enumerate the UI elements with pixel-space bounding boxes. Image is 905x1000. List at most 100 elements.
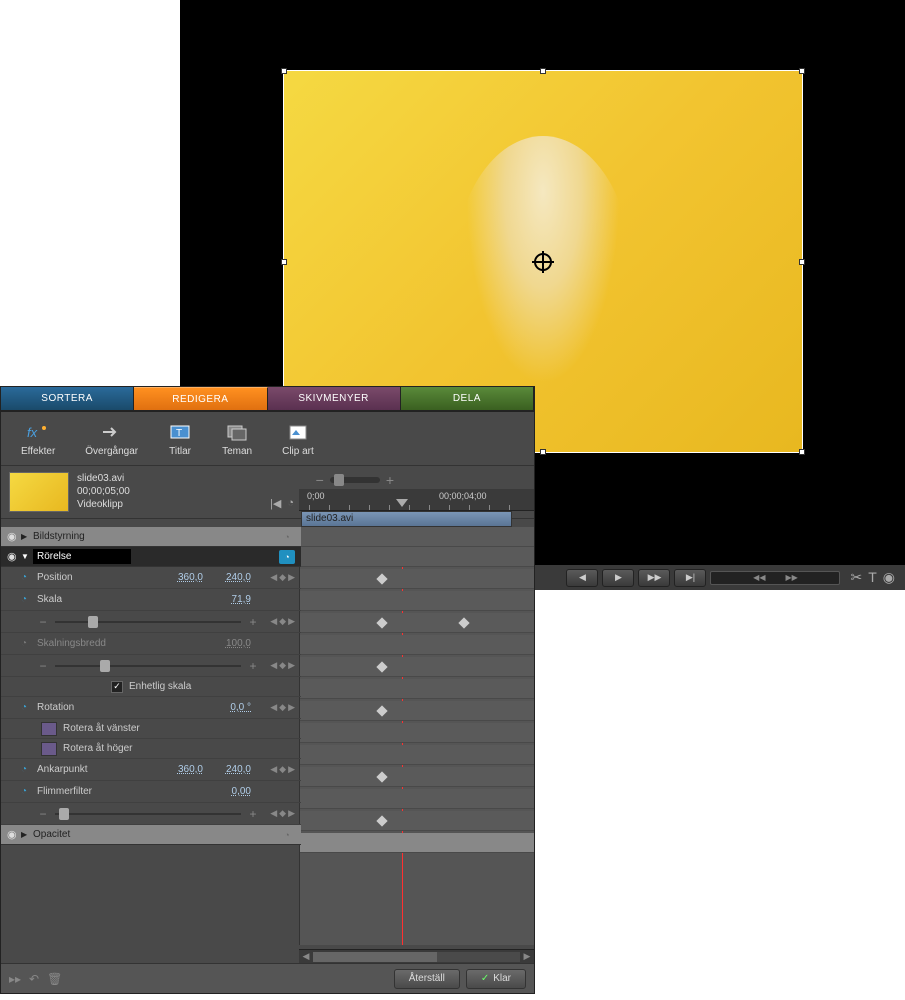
play-button[interactable]: ▶ [602, 569, 634, 587]
resize-handle-tr[interactable] [799, 68, 805, 74]
next-kf-icon[interactable]: ▶ [288, 572, 295, 583]
keyframe-toggle-icon[interactable]: ◔ [21, 702, 37, 713]
prev-kf-icon[interactable]: ◀ [270, 572, 277, 583]
goto-prev-icon[interactable]: |◀ [270, 497, 281, 510]
minus-icon[interactable]: − [37, 615, 49, 629]
uniform-scale-checkbox[interactable]: ✓ [111, 681, 123, 693]
next-kf-icon[interactable]: ▶ [288, 808, 295, 819]
prev-kf-icon[interactable]: ◀ [270, 702, 277, 713]
minus-icon[interactable]: − [37, 659, 49, 673]
timeline-keyframe-area[interactable] [299, 527, 534, 945]
done-button[interactable]: ✓Klar [466, 969, 526, 989]
shuttle-slider[interactable]: ◀◀▶▶ [710, 571, 840, 585]
flimmer-value[interactable]: 0,00 [211, 786, 251, 797]
position-x-value[interactable]: 360,0 [163, 572, 203, 583]
collapse-icon[interactable]: ▼ [21, 552, 33, 561]
keyframe-toggle-icon[interactable]: ◔ [21, 594, 37, 605]
rotate-left-row[interactable]: Rotera åt vänster [1, 719, 301, 739]
undo-icon[interactable]: ↶ [29, 972, 39, 986]
add-kf-icon[interactable]: ◆ [279, 808, 286, 819]
scroll-left-icon[interactable]: ◀ [299, 950, 313, 964]
resize-handle-tl[interactable] [281, 68, 287, 74]
timeline-ruler[interactable]: 0;00 00;00;04;00 [299, 489, 534, 511]
themes-button[interactable]: Teman [222, 422, 252, 457]
section-bildstyrning[interactable]: ◉ ▶ Bildstyrning ◔ [1, 527, 301, 547]
skala-value[interactable]: 71,9 [211, 594, 251, 605]
skalningsbredd-slider[interactable] [55, 665, 241, 667]
scroll-right-icon[interactable]: ▶ [520, 950, 534, 964]
prev-kf-icon[interactable]: ◀ [270, 808, 277, 819]
properties-list: ◉ ▶ Bildstyrning ◔ ◉ ▼ Rörelse ◔ ◔ Posit… [1, 527, 301, 963]
tab-skivmenyer[interactable]: SKIVMENYER [268, 387, 401, 410]
step-button[interactable]: ▶| [674, 569, 706, 587]
stopwatch-icon[interactable]: ◔ [279, 828, 295, 842]
resize-handle-mr[interactable] [799, 259, 805, 265]
zoom-in-icon[interactable]: + [386, 472, 394, 488]
text-tool-icon[interactable]: T [868, 569, 877, 586]
add-kf-icon[interactable]: ◆ [279, 616, 286, 627]
clip-thumbnail[interactable] [9, 472, 69, 512]
eye-icon[interactable]: ◉ [7, 828, 21, 841]
add-kf-icon[interactable]: ◆ [279, 660, 286, 671]
eye-icon[interactable]: ◉ [7, 550, 21, 563]
resize-handle-ml[interactable] [281, 259, 287, 265]
trash-icon[interactable]: 🗑 [47, 972, 62, 986]
keyframe-toggle-icon[interactable]: ◔ [21, 764, 37, 775]
graph-icon[interactable]: ▸▸ [9, 972, 21, 986]
tab-sortera[interactable]: SORTERA [1, 387, 134, 410]
next-kf-icon[interactable]: ▶ [288, 616, 295, 627]
stopwatch-icon[interactable]: ◔ [279, 530, 295, 544]
resize-handle-bm[interactable] [540, 449, 546, 455]
timeline-clip-bar[interactable]: slide03.avi [301, 511, 512, 527]
rotation-value[interactable]: 0,0 ° [211, 702, 251, 713]
flimmer-slider[interactable] [55, 813, 241, 815]
prev-kf-icon[interactable]: ◀ [270, 616, 277, 627]
scissors-icon[interactable]: ✂ [850, 569, 862, 586]
minus-icon[interactable]: − [37, 807, 49, 821]
position-y-value[interactable]: 240,0 [211, 572, 251, 583]
next-kf-icon[interactable]: ▶ [288, 660, 295, 671]
skalningsbredd-value[interactable]: 100,0 [211, 638, 251, 649]
expand-icon[interactable]: ▶ [21, 830, 33, 839]
section-rorelse[interactable]: ◉ ▼ Rörelse ◔ [1, 547, 301, 567]
transitions-button[interactable]: Övergångar [85, 422, 138, 457]
anchor-y-value[interactable]: 240,0 [211, 764, 251, 775]
resize-handle-br[interactable] [799, 449, 805, 455]
keyframe-toggle-icon[interactable]: ◔ [21, 572, 37, 583]
anchor-point-icon[interactable] [534, 253, 552, 271]
section-label: Bildstyrning [33, 531, 85, 542]
skala-slider[interactable] [55, 621, 241, 623]
stopwatch-icon[interactable]: ◔ [287, 497, 294, 510]
clipart-button[interactable]: Clip art [282, 422, 314, 457]
section-opacitet[interactable]: ◉ ▶ Opacitet ◔ [1, 825, 301, 845]
resize-handle-tm[interactable] [540, 68, 546, 74]
tab-dela[interactable]: DELA [401, 387, 534, 410]
stopwatch-icon[interactable]: ◔ [279, 550, 295, 564]
prev-kf-icon[interactable]: ◀ [270, 764, 277, 775]
tab-redigera[interactable]: REDIGERA [134, 387, 267, 410]
rotate-right-row[interactable]: Rotera åt höger [1, 739, 301, 759]
titles-button[interactable]: T Titlar [168, 422, 192, 457]
zoom-out-icon[interactable]: − [316, 472, 324, 488]
add-kf-icon[interactable]: ◆ [279, 572, 286, 583]
next-button[interactable]: ▶▶ [638, 569, 670, 587]
add-kf-icon[interactable]: ◆ [279, 702, 286, 713]
plus-icon[interactable]: + [247, 807, 259, 821]
anchor-x-value[interactable]: 360,0 [163, 764, 203, 775]
plus-icon[interactable]: + [247, 615, 259, 629]
next-kf-icon[interactable]: ▶ [288, 764, 295, 775]
next-kf-icon[interactable]: ▶ [288, 702, 295, 713]
eye-icon[interactable]: ◉ [7, 530, 21, 543]
plus-icon[interactable]: + [247, 659, 259, 673]
expand-icon[interactable]: ▶ [21, 532, 33, 541]
reset-button[interactable]: Återställ [394, 969, 460, 989]
camera-icon[interactable]: ◉ [883, 569, 895, 586]
effects-button[interactable]: fx Effekter [21, 422, 55, 457]
zoom-slider[interactable] [330, 477, 380, 483]
prev-kf-icon[interactable]: ◀ [270, 660, 277, 671]
prev-button[interactable]: ◀ [566, 569, 598, 587]
add-kf-icon[interactable]: ◆ [279, 764, 286, 775]
keyframe-toggle-icon[interactable]: ◔ [21, 786, 37, 797]
keyframe-toggle-icon[interactable]: ◔ [21, 638, 37, 649]
timeline-scrollbar[interactable]: ◀ ▶ [299, 949, 534, 963]
